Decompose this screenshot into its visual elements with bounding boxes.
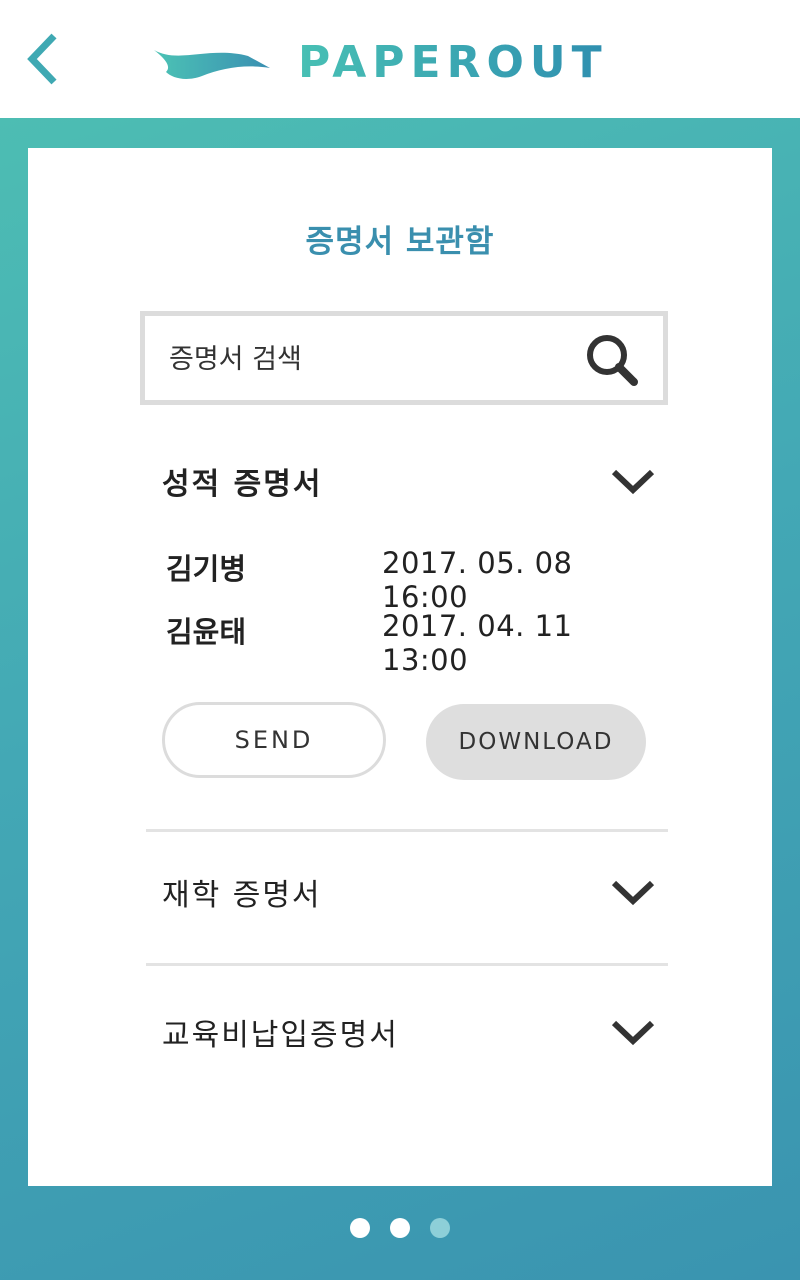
app-logo: PAPEROUT [150,34,608,90]
section-label: 교육비납입증명서 [162,1018,399,1053]
back-button[interactable] [22,30,70,88]
search-input[interactable] [167,316,571,402]
section-header-tuition-certificate[interactable]: 교육비납입증명서 [162,1002,656,1062]
divider [146,963,668,966]
chevron-down-icon [611,1020,655,1046]
record-datetime: 2017. 05. 08 16:00 [382,546,573,614]
section-label: 재학 증명서 [162,878,322,913]
list-item[interactable]: 김기병 2017. 05. 08 16:00 [166,546,646,614]
chevron-left-icon [27,33,57,85]
app-header: PAPEROUT [0,0,800,118]
record-name: 김기병 [166,552,247,586]
record-datetime: 2017. 04. 11 13:00 [382,609,573,677]
search-icon[interactable] [585,333,639,387]
section-label: 성적 증명서 [162,467,323,502]
certificate-card: 증명서 보관함 성적 증명서 김기병 2017. 05. 08 16:00 김윤… [28,148,772,1186]
chevron-down-icon [611,880,655,906]
section-header-grade-certificate[interactable]: 성적 증명서 [162,451,656,511]
logo-text: PAPEROUT [298,36,608,88]
chevron-down-icon [611,469,655,495]
download-button[interactable]: DOWNLOAD [426,704,646,780]
record-name: 김윤태 [166,615,247,649]
page-dot[interactable] [390,1218,410,1238]
list-item[interactable]: 김윤태 2017. 04. 11 13:00 [166,609,646,677]
search-box [140,311,668,405]
page-indicator [0,1218,800,1238]
send-button[interactable]: SEND [162,702,386,778]
page-dot[interactable] [350,1218,370,1238]
wave-logo-icon [154,50,270,79]
page-title: 증명서 보관함 [305,224,495,260]
divider [146,829,668,832]
page-dot[interactable] [430,1218,450,1238]
section-header-enrollment-certificate[interactable]: 재학 증명서 [162,862,656,922]
